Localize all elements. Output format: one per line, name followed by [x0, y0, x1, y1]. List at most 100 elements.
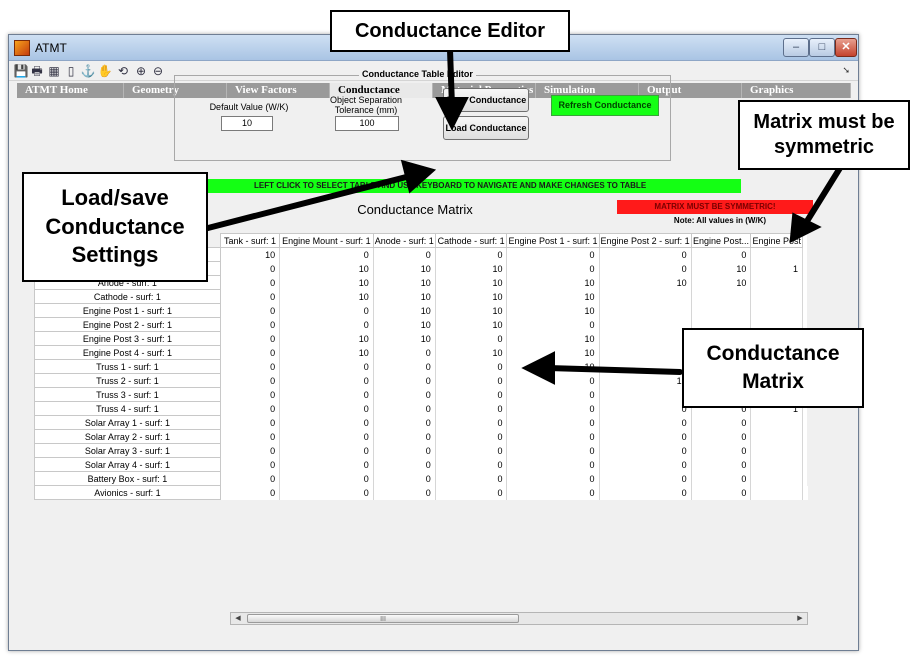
matrix-cell[interactable]: 0 [373, 471, 436, 486]
column-header[interactable]: Engine Post... [690, 233, 752, 248]
save-conductance-button[interactable]: Save Conductance [443, 88, 529, 112]
matrix-cell[interactable]: 0 [279, 317, 374, 332]
matrix-cell[interactable] [599, 345, 692, 360]
matrix-cell[interactable]: 0 [599, 247, 692, 262]
column-header[interactable]: Anode - surf: 1 [372, 233, 436, 248]
matrix-cell[interactable] [599, 317, 692, 332]
matrix-cell[interactable]: 0 [220, 331, 281, 346]
matrix-cell[interactable]: 0 [691, 415, 752, 430]
column-header[interactable]: Cathode - surf: 1 [434, 233, 508, 248]
matrix-cell[interactable] [691, 303, 752, 318]
column-header[interactable]: Engine Post 2 - surf: 1 [598, 233, 692, 248]
matrix-cell[interactable]: 0 [279, 443, 374, 458]
tab-graphics[interactable]: Graphics [742, 83, 851, 98]
save-icon[interactable]: 💾 [13, 63, 29, 79]
matrix-cell[interactable]: 0 [435, 485, 508, 500]
tab-atmt-home[interactable]: ATMT Home [17, 83, 124, 98]
matrix-cell[interactable]: 10 [279, 275, 374, 290]
matrix-cell[interactable]: 0 [279, 457, 374, 472]
matrix-cell[interactable]: 0 [220, 275, 281, 290]
matrix-cell[interactable]: 10 [506, 345, 600, 360]
matrix-cell[interactable]: 0 [279, 471, 374, 486]
matrix-cell[interactable]: 0 [599, 485, 692, 500]
matrix-cell[interactable]: 0 [599, 387, 692, 402]
matrix-cell[interactable]: 0 [435, 247, 508, 262]
matrix-cell[interactable]: 0 [279, 429, 374, 444]
matrix-cell[interactable]: 0 [220, 429, 281, 444]
matrix-cell[interactable]: 0 [220, 345, 281, 360]
matrix-cell[interactable] [599, 289, 692, 304]
matrix-cell[interactable] [750, 303, 803, 318]
matrix-cell[interactable]: 0 [279, 485, 374, 500]
matrix-cell[interactable]: 10 [506, 303, 600, 318]
matrix-cell[interactable]: 10 [220, 247, 281, 262]
table-row[interactable]: Solar Array 1 - surf: 10000000 [34, 415, 808, 430]
matrix-cell[interactable]: 0 [435, 471, 508, 486]
matrix-cell[interactable]: 10 [373, 289, 436, 304]
matrix-cell[interactable]: 0 [220, 261, 281, 276]
matrix-cell[interactable]: 0 [435, 457, 508, 472]
maximize-button[interactable]: □ [809, 38, 835, 57]
matrix-cell[interactable]: 0 [373, 373, 436, 388]
column-header[interactable]: Engine Post [750, 233, 803, 248]
matrix-cell[interactable]: 10 [279, 345, 374, 360]
table-row[interactable]: Cathode - surf: 1 0 10 10 10 10 [34, 289, 808, 304]
matrix-cell[interactable]: 0 [220, 457, 281, 472]
column-header[interactable]: Engine Mount - surf: 1 [279, 233, 374, 248]
matrix-cell[interactable]: 10 [599, 275, 692, 290]
matrix-cell[interactable]: 10 [373, 317, 436, 332]
link-icon[interactable]: ⚓ [80, 63, 96, 79]
matrix-cell[interactable]: 0 [506, 247, 600, 262]
matrix-cell[interactable]: 0 [435, 331, 508, 346]
matrix-cell[interactable]: 10 [373, 303, 436, 318]
matrix-cell[interactable] [750, 485, 803, 500]
minimize-button[interactable]: – [783, 38, 809, 57]
matrix-cell[interactable]: 0 [220, 443, 281, 458]
matrix-cell[interactable]: 0 [279, 415, 374, 430]
matrix-cell[interactable] [599, 359, 692, 374]
page-icon[interactable]: ▯ [63, 63, 79, 79]
matrix-cell[interactable]: 10 [435, 275, 508, 290]
table-row[interactable]: Battery Box - surf: 10000000 [34, 471, 808, 486]
scrollbar-thumb[interactable]: III [247, 614, 519, 623]
matrix-cell[interactable]: 0 [691, 429, 752, 444]
matrix-cell[interactable]: 0 [691, 443, 752, 458]
matrix-cell[interactable]: 0 [599, 471, 692, 486]
matrix-cell[interactable]: 0 [279, 401, 374, 416]
matrix-cell[interactable] [599, 303, 692, 318]
matrix-cell[interactable]: 10 [691, 275, 752, 290]
matrix-cell[interactable]: 0 [435, 359, 508, 374]
matrix-cell[interactable] [750, 415, 803, 430]
matrix-cell[interactable]: 10 [435, 317, 508, 332]
zoom-in-icon[interactable]: ⊕ [133, 63, 149, 79]
matrix-cell[interactable]: 0 [373, 401, 436, 416]
matrix-cell[interactable]: 10 [506, 275, 600, 290]
matrix-cell[interactable]: 0 [373, 429, 436, 444]
matrix-cell[interactable]: 0 [373, 415, 436, 430]
matrix-cell[interactable]: 0 [435, 429, 508, 444]
matrix-cell[interactable]: 0 [599, 415, 692, 430]
default-value-input[interactable]: 10 [221, 116, 273, 131]
matrix-cell[interactable]: 0 [599, 401, 692, 416]
column-header[interactable]: Tank - surf: 1 [219, 233, 281, 248]
matrix-cell[interactable]: 10 [435, 345, 508, 360]
matrix-cell[interactable]: 0 [220, 387, 281, 402]
matrix-cell[interactable]: 10 [373, 331, 436, 346]
table-row[interactable]: Avionics - surf: 10000000 [34, 485, 808, 500]
matrix-cell[interactable]: 0 [599, 261, 692, 276]
matrix-cell[interactable]: 10 [506, 331, 600, 346]
matrix-cell[interactable]: 0 [691, 485, 752, 500]
print-icon[interactable]: 🖶 [29, 63, 45, 79]
matrix-cell[interactable]: 0 [691, 247, 752, 262]
matrix-cell[interactable]: 0 [279, 387, 374, 402]
matrix-cell[interactable]: 10 [373, 275, 436, 290]
matrix-cell[interactable]: 10 [279, 331, 374, 346]
column-header[interactable]: Engine Post 1 - surf: 1 [506, 233, 600, 248]
matrix-cell[interactable]: 0 [506, 471, 600, 486]
matrix-cell[interactable]: 0 [506, 457, 600, 472]
table-row[interactable]: Solar Array 4 - surf: 10000000 [34, 457, 808, 472]
matrix-cell[interactable]: 0 [279, 373, 374, 388]
table-icon[interactable]: ▦ [46, 63, 62, 79]
matrix-cell[interactable]: 0 [220, 401, 281, 416]
rotate-icon[interactable]: ⟲ [115, 63, 131, 79]
